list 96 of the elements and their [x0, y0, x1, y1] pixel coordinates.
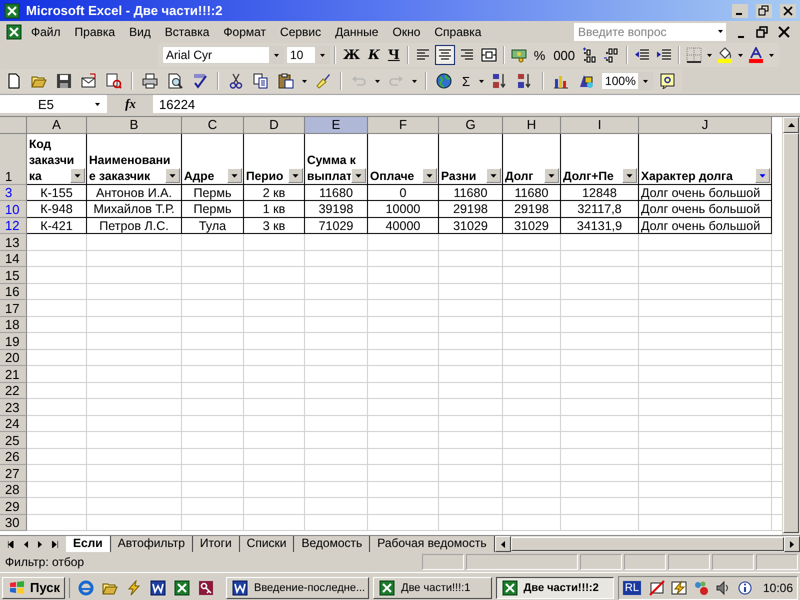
header-cell: Оплаче: [368, 134, 439, 184]
sheet-tab[interactable]: Автофильтр: [110, 536, 193, 552]
menu-item[interactable]: Сервис: [273, 22, 328, 40]
table-cell: Пермь: [182, 184, 244, 201]
row-header[interactable]: 15: [0, 267, 27, 284]
question-field[interactable]: Введите вопрос: [574, 22, 726, 40]
header-cell: Характер долга: [639, 134, 772, 184]
column-header[interactable]: F: [368, 117, 439, 134]
table-cell: 29198: [439, 201, 503, 218]
table-cell: Михайлов Т.Р.: [87, 201, 182, 218]
row-header[interactable]: 13: [0, 234, 27, 250]
row-header[interactable]: 3: [0, 184, 27, 201]
row-header[interactable]: 18: [0, 316, 27, 333]
table-cell: 11680: [503, 184, 561, 201]
header-cell: Перио: [244, 134, 305, 184]
menu-item[interactable]: Вставка: [158, 22, 216, 40]
header-cell: Долг+Пе: [561, 134, 639, 184]
row-header[interactable]: 24: [0, 416, 27, 432]
row-header[interactable]: 12: [0, 218, 27, 234]
header-cell: Долг: [503, 134, 561, 184]
table-cell: 11680: [439, 184, 503, 201]
autosum-button[interactable]: Σ: [459, 74, 474, 88]
taskbar-button[interactable]: Введение-последне...: [226, 576, 370, 598]
sheet-tab[interactable]: Если: [66, 536, 111, 552]
row-header[interactable]: 20: [0, 350, 27, 366]
font-size-field[interactable]: 10: [286, 46, 330, 64]
insert-function-button[interactable]: fx: [108, 95, 153, 113]
table-cell: 12848: [561, 184, 639, 201]
header-cell: Код заказчи ка: [27, 134, 87, 184]
taskbar-button[interactable]: Две части!!!:1: [373, 576, 492, 598]
row-header[interactable]: 16: [0, 284, 27, 300]
font-name-field[interactable]: Arial Cyr: [162, 46, 284, 64]
menu-item[interactable]: Формат: [216, 22, 274, 40]
table-cell: К-155: [27, 184, 87, 201]
status-text: Фильтр: отбор: [5, 555, 86, 569]
sheet-tab[interactable]: Списки: [240, 536, 294, 552]
menu-item[interactable]: Вид: [122, 22, 158, 40]
italic-button[interactable]: К: [365, 48, 383, 62]
language-indicator[interactable]: RL: [622, 580, 641, 594]
zoom-field[interactable]: 100%: [601, 72, 654, 90]
menu-item[interactable]: Окно: [385, 22, 428, 40]
table-cell: 1 кв: [244, 201, 305, 218]
table-cell: 29198: [503, 201, 561, 218]
row-header[interactable]: 23: [0, 399, 27, 416]
row-header[interactable]: 17: [0, 300, 27, 316]
column-header[interactable]: I: [561, 117, 639, 134]
column-header[interactable]: A: [27, 117, 87, 134]
row-header[interactable]: 29: [0, 498, 27, 514]
table-cell: Долг очень большой: [639, 184, 772, 201]
sheet-tab[interactable]: Итоги: [192, 536, 240, 552]
menu-item[interactable]: Файл: [24, 22, 68, 40]
table-cell: 10000: [368, 201, 439, 218]
row-header[interactable]: 14: [0, 250, 27, 267]
menu-item[interactable]: Данные: [328, 22, 386, 40]
bold-button[interactable]: Ж: [340, 48, 364, 62]
table-cell: Антонов И.А.: [87, 184, 182, 201]
table-cell: 0: [368, 184, 439, 201]
column-header[interactable]: D: [244, 117, 305, 134]
row-header[interactable]: 22: [0, 382, 27, 399]
table-cell: Пермь: [182, 201, 244, 218]
table-cell: 39198: [305, 201, 368, 218]
row-header[interactable]: 30: [0, 514, 27, 531]
start-button[interactable]: Пуск: [2, 576, 65, 598]
header-cell: Разни: [439, 134, 503, 184]
row-header[interactable]: 25: [0, 432, 27, 448]
row-header[interactable]: 21: [0, 366, 27, 382]
table-cell: Долг очень большой: [639, 201, 772, 218]
percent-button[interactable]: %: [530, 48, 548, 62]
column-header[interactable]: C: [182, 117, 244, 134]
row-header[interactable]: 1: [0, 134, 27, 184]
row-header[interactable]: 26: [0, 448, 27, 465]
table-cell: К-948: [27, 201, 87, 218]
sheet-tab[interactable]: Ведомость: [294, 536, 370, 552]
column-header[interactable]: J: [639, 117, 772, 134]
column-header[interactable]: E: [305, 117, 368, 134]
taskbar-button[interactable]: Две части!!!:2: [496, 576, 614, 598]
menu-item[interactable]: Справка: [427, 22, 488, 40]
underline-button[interactable]: Ч: [384, 48, 403, 62]
column-header[interactable]: H: [503, 117, 561, 134]
header-cell: Адре: [182, 134, 244, 184]
clock: 10:06: [762, 580, 793, 594]
row-header[interactable]: 10: [0, 201, 27, 218]
row-header[interactable]: 28: [0, 482, 27, 498]
thousands-separator-button[interactable]: 000: [550, 48, 578, 62]
header-cell: Сумма к выплат: [305, 134, 368, 184]
formula-value: 16224: [158, 96, 196, 112]
menu-item[interactable]: Правка: [68, 22, 122, 40]
header-cell: Наименовани е заказчик: [87, 134, 182, 184]
column-header[interactable]: G: [439, 117, 503, 134]
window-title: Microsoft Excel - Две части!!!:2: [26, 3, 224, 18]
row-header[interactable]: 19: [0, 333, 27, 350]
row-header[interactable]: 27: [0, 465, 27, 482]
table-cell: 32117,8: [561, 201, 639, 218]
column-header[interactable]: B: [87, 117, 182, 134]
table-cell: 2 кв: [244, 184, 305, 201]
table-cell: 11680: [305, 184, 368, 201]
